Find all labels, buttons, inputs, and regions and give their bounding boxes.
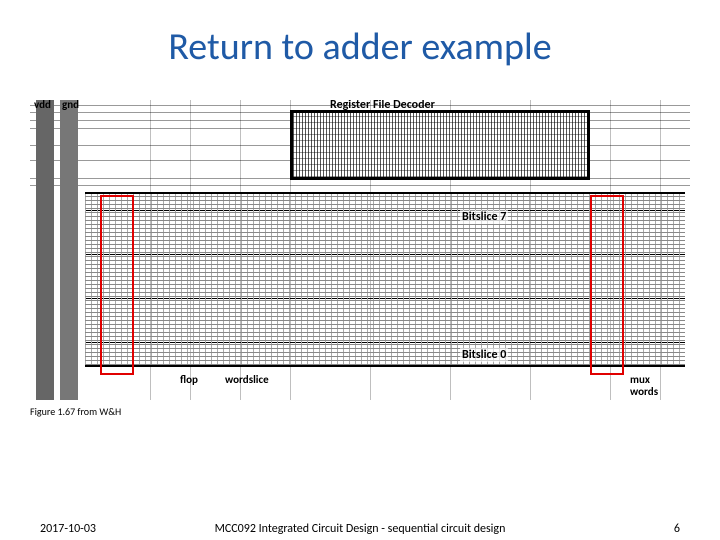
- footer-course: MCC092 Integrated Circuit Design - seque…: [0, 522, 720, 536]
- highlight-left: [100, 195, 134, 375]
- bitslice-0-label: Bitslice 0: [460, 348, 508, 362]
- annot-wordslice-right: words: [630, 385, 658, 398]
- gnd-label: gnd: [62, 100, 79, 111]
- vdd-label: vdd: [34, 100, 51, 111]
- slide-title: Return to adder example: [0, 24, 720, 70]
- figure-caption: Figure 1.67 from W&H: [30, 405, 121, 418]
- layout-figure: vdd gnd Register File Decoder Bitslice 7…: [30, 100, 690, 400]
- annot-wordslice-left: wordslice: [225, 373, 269, 386]
- decoder-label: Register File Decoder: [330, 100, 435, 112]
- bitslice-7-label: Bitslice 7: [460, 210, 508, 224]
- register-file-decoder: [290, 110, 590, 180]
- gnd-rail: [60, 100, 78, 400]
- highlight-right: [590, 195, 624, 375]
- vdd-rail: [36, 100, 54, 400]
- footer-page-number: 6: [674, 522, 680, 536]
- annot-flop: flop: [180, 373, 198, 386]
